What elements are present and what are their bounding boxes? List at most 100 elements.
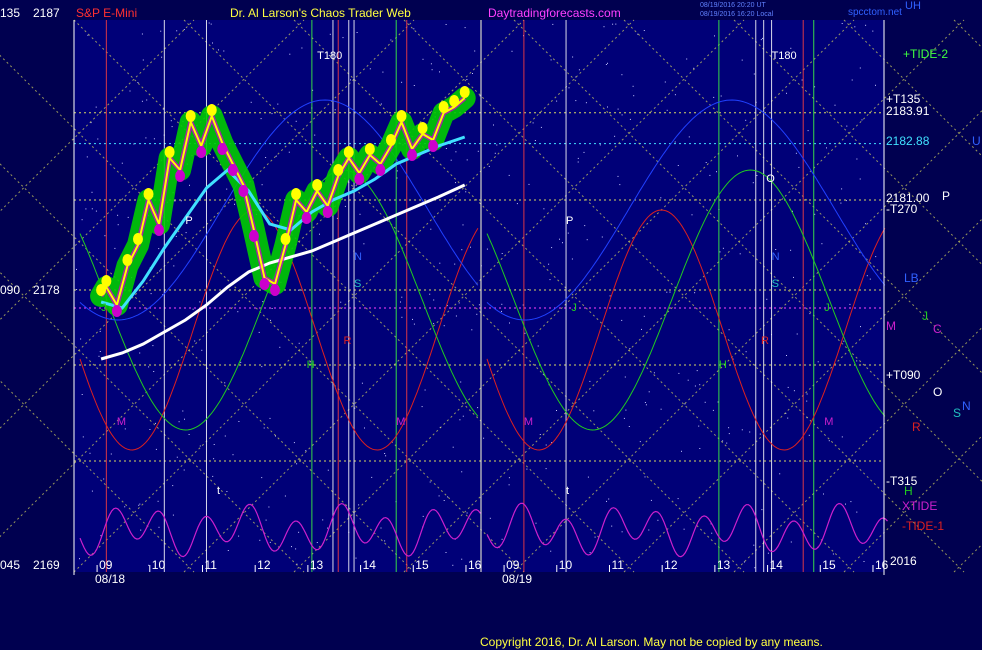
star-dot bbox=[869, 278, 871, 280]
timestamp-ut: 08/19/2016 20:20 UT bbox=[700, 2, 766, 9]
star-dot bbox=[650, 499, 652, 501]
star-dot bbox=[265, 157, 267, 158]
star-dot bbox=[856, 360, 858, 362]
star-dot bbox=[629, 118, 631, 120]
star-dot bbox=[401, 81, 403, 83]
star-dot bbox=[175, 235, 177, 237]
star-dot bbox=[741, 59, 743, 61]
star-dot bbox=[185, 232, 187, 234]
star-dot bbox=[571, 258, 573, 260]
price-bar-marker bbox=[438, 101, 449, 113]
star-dot bbox=[859, 67, 861, 69]
star-dot bbox=[413, 85, 415, 86]
star-dot bbox=[511, 50, 513, 52]
star-dot bbox=[828, 440, 830, 442]
star-dot bbox=[142, 59, 144, 61]
star-dot bbox=[371, 476, 373, 478]
star-dot bbox=[158, 248, 160, 250]
star-dot bbox=[137, 82, 139, 83]
star-dot bbox=[182, 410, 184, 412]
star-dot bbox=[643, 315, 645, 317]
star-dot bbox=[543, 208, 545, 210]
star-dot bbox=[461, 558, 463, 560]
plot-label: J bbox=[824, 302, 830, 314]
star-dot bbox=[711, 532, 713, 534]
star-dot bbox=[462, 415, 464, 417]
star-dot bbox=[439, 262, 441, 264]
star-dot bbox=[356, 32, 358, 33]
star-dot bbox=[316, 542, 318, 543]
copyright: Copyright 2016, Dr. Al Larson. May not b… bbox=[480, 635, 823, 649]
star-dot bbox=[390, 39, 392, 41]
price-bar-marker bbox=[259, 278, 270, 290]
star-dot bbox=[471, 329, 473, 331]
star-dot bbox=[807, 130, 809, 132]
star-dot bbox=[745, 351, 747, 353]
x-tick-label: 09 bbox=[99, 558, 113, 572]
star-dot bbox=[355, 557, 357, 559]
star-dot bbox=[470, 246, 471, 248]
star-dot bbox=[761, 509, 763, 511]
star-dot bbox=[429, 481, 431, 483]
star-dot bbox=[540, 126, 542, 128]
star-dot bbox=[76, 289, 78, 290]
x-tick-label: 14 bbox=[770, 558, 784, 572]
star-dot bbox=[726, 442, 728, 444]
x-date-label: 08/19 bbox=[502, 572, 532, 586]
star-dot bbox=[694, 292, 696, 294]
star-dot bbox=[728, 433, 730, 435]
plot-label: P bbox=[566, 215, 573, 227]
price-bar-marker bbox=[175, 170, 186, 182]
star-dot bbox=[539, 434, 541, 435]
star-dot bbox=[295, 548, 297, 550]
star-dot bbox=[501, 538, 503, 540]
star-dot bbox=[605, 64, 607, 65]
star-dot bbox=[496, 144, 498, 146]
price-bar-marker bbox=[364, 143, 375, 155]
star-dot bbox=[237, 311, 239, 313]
star-dot bbox=[716, 171, 717, 173]
star-dot bbox=[843, 340, 845, 342]
x-tick-label: 16 bbox=[875, 558, 889, 572]
star-dot bbox=[452, 564, 454, 566]
star-dot bbox=[334, 109, 336, 111]
x-tick-label: 11 bbox=[204, 558, 217, 572]
star-dot bbox=[289, 53, 291, 55]
star-dot bbox=[176, 30, 178, 32]
star-dot bbox=[556, 100, 558, 102]
price-bar-marker bbox=[385, 134, 396, 146]
star-dot bbox=[621, 319, 623, 321]
star-dot bbox=[674, 141, 676, 143]
diagonal-up-line bbox=[953, 543, 982, 573]
price-bar-marker bbox=[312, 179, 323, 191]
star-dot bbox=[380, 103, 382, 105]
star-dot bbox=[508, 484, 510, 486]
star-dot bbox=[478, 304, 480, 306]
star-dot bbox=[586, 239, 588, 241]
star-dot bbox=[861, 119, 863, 121]
star-dot bbox=[145, 137, 147, 139]
star-dot bbox=[745, 119, 747, 121]
star-dot bbox=[719, 251, 721, 253]
star-dot bbox=[85, 208, 87, 210]
star-dot bbox=[704, 401, 706, 403]
diagonal-down-line bbox=[953, 19, 982, 49]
star-dot bbox=[422, 58, 424, 60]
star-dot bbox=[91, 191, 93, 193]
price-level-label: LB bbox=[904, 271, 919, 285]
star-dot bbox=[712, 409, 714, 411]
star-dot bbox=[834, 104, 836, 106]
star-dot bbox=[623, 417, 625, 419]
star-dot bbox=[476, 313, 478, 315]
star-dot bbox=[199, 301, 201, 303]
star-dot bbox=[295, 120, 297, 122]
star-dot bbox=[477, 407, 479, 409]
site-link[interactable]: Daytradingforecasts.com bbox=[488, 6, 621, 20]
star-dot bbox=[472, 73, 473, 74]
star-dot bbox=[129, 90, 131, 92]
star-dot bbox=[240, 361, 242, 363]
price-bar-marker bbox=[132, 233, 143, 245]
star-dot bbox=[681, 450, 682, 452]
star-dot bbox=[666, 109, 668, 111]
star-dot bbox=[860, 326, 861, 328]
